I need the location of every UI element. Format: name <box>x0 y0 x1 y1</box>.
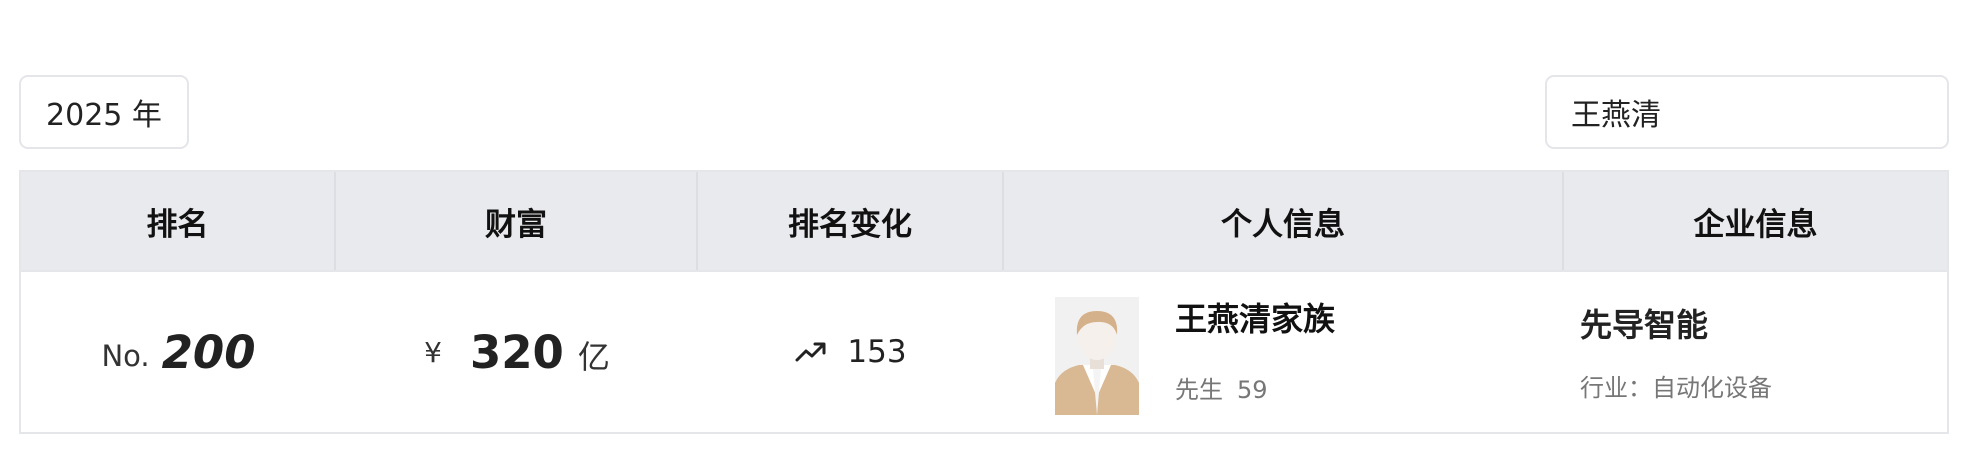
company-name[interactable]: 先导智能 <box>1580 300 1772 346</box>
company-industry: 行业：自动化设备 <box>1580 374 1772 402</box>
table-header: 排名 财富 排名变化 个人信息 企业信息 <box>21 172 1947 272</box>
company-info-cell: 先导智能 行业：自动化设备 <box>1564 272 1947 432</box>
header-wealth[interactable]: 财富 <box>336 172 698 270</box>
search-value: 王燕清 <box>1571 98 1661 133</box>
page: 2025 年 王燕清 排名 财富 排名变化 个人信息 企业信息 No. 200 … <box>0 0 1968 456</box>
header-company-info: 企业信息 <box>1693 206 1818 243</box>
year-label: 2025 年 <box>46 98 162 133</box>
person-age: 59 <box>1237 375 1268 404</box>
header-personal-info: 个人信息 <box>1004 172 1564 270</box>
rich-list-table: 排名 财富 排名变化 个人信息 企业信息 No. 200 ¥ 320 亿 153 <box>19 170 1949 434</box>
table-row[interactable]: No. 200 ¥ 320 亿 153 王燕清家族 先生 59 先导智能 行业：… <box>21 272 1947 432</box>
person-name[interactable]: 王燕清家族 <box>1175 294 1335 340</box>
personal-info-cell: 王燕清家族 先生 59 <box>1004 272 1564 432</box>
rank-change-cell: 153 <box>698 272 1004 432</box>
person-info: 王燕清家族 先生 59 <box>1175 294 1335 405</box>
person-avatar-icon[interactable] <box>1055 297 1139 415</box>
person-meta: 先生 59 <box>1175 370 1335 405</box>
trending-up-icon <box>795 342 826 362</box>
search-input[interactable]: 王燕清 <box>1545 75 1949 149</box>
rank-number: 200 <box>161 325 256 379</box>
year-selector[interactable]: 2025 年 <box>19 75 189 149</box>
rank-prefix: No. <box>101 339 150 373</box>
company-info: 先导智能 行业：自动化设备 <box>1580 300 1772 403</box>
rank-change-value: 153 <box>847 334 907 370</box>
person-title: 先生 <box>1175 375 1223 404</box>
wealth-cell: ¥ 320 亿 <box>336 272 698 432</box>
rank-cell: No. 200 <box>21 272 336 432</box>
wealth-unit: 亿 <box>577 338 610 376</box>
header-rank-change[interactable]: 排名变化 <box>698 172 1004 270</box>
currency-symbol: ¥ <box>424 335 442 369</box>
header-rank[interactable]: 排名 <box>21 172 336 270</box>
wealth-amount: 320 <box>469 325 564 379</box>
